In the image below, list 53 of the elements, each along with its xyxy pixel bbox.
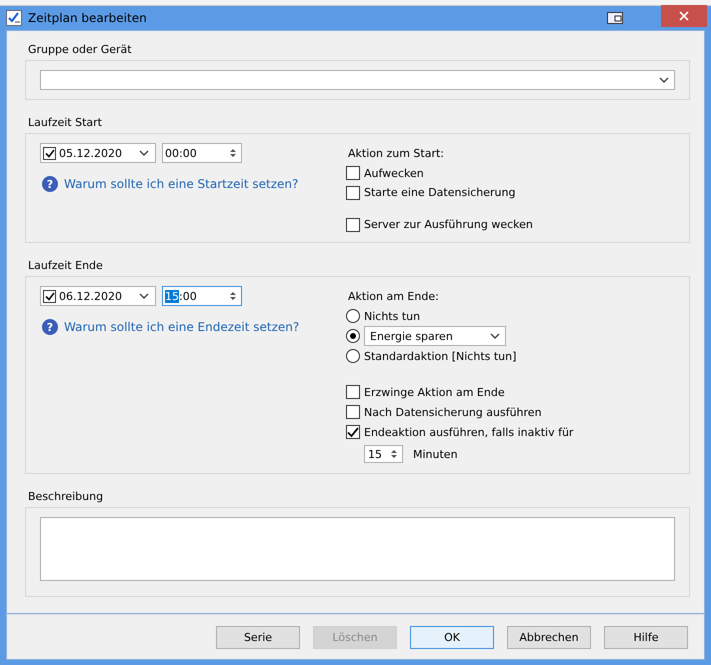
close-button[interactable] xyxy=(661,5,707,28)
section-label: Gruppe oder Gerät xyxy=(28,43,133,56)
help-link[interactable]: Warum sollte ich eine Endezeit setzen? xyxy=(64,320,300,334)
option-label: Server zur Ausführung wecken xyxy=(364,218,533,232)
section-label: Laufzeit Start xyxy=(28,116,103,130)
chevron-down-icon xyxy=(139,293,149,300)
checkbox[interactable] xyxy=(346,166,360,180)
option-label: Starte eine Datensicherung xyxy=(364,186,516,200)
checklist-icon xyxy=(6,10,22,26)
radio-button[interactable] xyxy=(346,329,360,344)
checkbox[interactable] xyxy=(346,425,360,440)
minutes-field[interactable]: 15 xyxy=(364,445,403,464)
help-link[interactable]: Warum sollte ich eine Startzeit setzen? xyxy=(64,177,298,192)
radio-button[interactable] xyxy=(346,309,360,324)
section-label: Laufzeit Ende xyxy=(28,259,104,272)
chevron-down-icon xyxy=(659,77,669,84)
action-label: Aktion am Ende: xyxy=(348,290,440,304)
window-mode-icon[interactable] xyxy=(607,12,623,24)
checkbox[interactable] xyxy=(346,405,360,420)
spinner-icon[interactable] xyxy=(229,147,237,160)
help-icon: ? xyxy=(42,176,58,192)
option-label: Nach Datensicherung ausführen xyxy=(364,406,542,419)
close-icon xyxy=(679,11,689,22)
option-label: Standardaktion [Nichts tun] xyxy=(364,350,516,363)
date-picker[interactable]: 05.12.2020 xyxy=(40,143,156,164)
time-field[interactable]: 00:00 xyxy=(162,143,242,164)
dialog-button[interactable]: Serie xyxy=(216,626,300,649)
checkbox[interactable] xyxy=(346,218,360,232)
spinner-icon[interactable] xyxy=(390,448,398,460)
dialog-button[interactable]: OK xyxy=(410,626,494,649)
option-label: Nichts tun xyxy=(364,310,420,323)
time-field[interactable]: 15:00 xyxy=(162,286,242,306)
window-title: Zeitplan bearbeiten xyxy=(28,11,148,26)
checkbox[interactable] xyxy=(346,186,360,200)
option-label: Aufwecken xyxy=(364,166,424,180)
chevron-down-icon xyxy=(139,150,149,156)
option-label: Erzwinge Aktion am Ende xyxy=(364,386,505,399)
help-icon: ? xyxy=(42,319,58,336)
dialog-button[interactable]: Hilfe xyxy=(604,626,688,649)
date-checkbox[interactable] xyxy=(43,290,56,303)
dialog-button[interactable]: Abbrechen xyxy=(507,626,591,649)
date-picker[interactable]: 06.12.2020 xyxy=(40,286,156,306)
radio-button[interactable] xyxy=(346,349,360,364)
spinner-icon[interactable] xyxy=(229,290,237,302)
date-checkbox[interactable] xyxy=(43,146,56,160)
option-label: Endeaktion ausführen, falls inaktiv für xyxy=(364,426,574,439)
description-field[interactable] xyxy=(40,517,675,582)
checkbox[interactable] xyxy=(346,385,360,400)
unit-label: Minuten xyxy=(413,448,458,461)
action-label: Aktion zum Start: xyxy=(348,147,445,160)
chevron-down-icon xyxy=(490,333,500,340)
action-dropdown[interactable]: Energie sparen xyxy=(364,326,506,346)
section-label: Beschreibung xyxy=(28,490,104,504)
